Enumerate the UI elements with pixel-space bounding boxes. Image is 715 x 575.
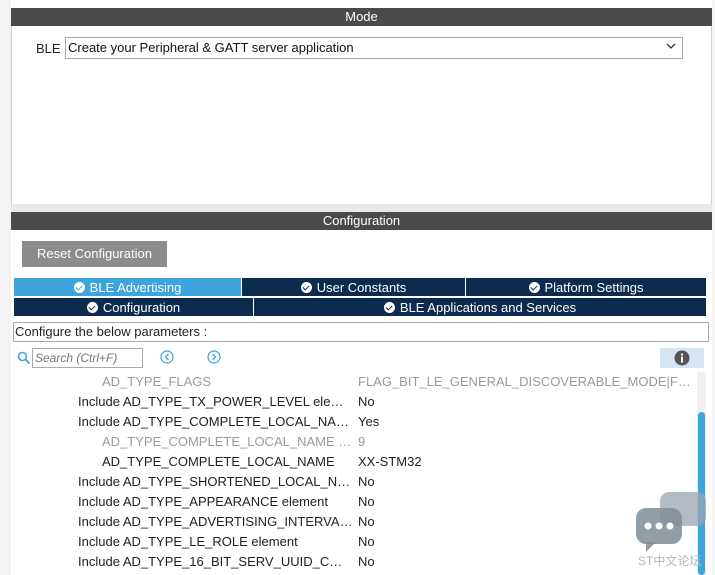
parameter-name: Include AD_TYPE_LE_ROLE element: [78, 534, 298, 549]
ble-mode-value: Create your Peripheral & GATT server app…: [68, 40, 354, 55]
parameter-row[interactable]: AD_TYPE_FLAGS FLAG_BIT_LE_GENERAL_DISCOVE…: [0, 372, 697, 392]
info-button[interactable]: [660, 348, 704, 368]
parameter-name: Include AD_TYPE_APPEARANCE element: [78, 494, 329, 509]
parameter-row[interactable]: Include AD_TYPE_16_BIT_SERV_UUID_CMPLT_L…: [0, 552, 697, 572]
parameter-value[interactable]: 9: [358, 432, 696, 452]
tab-label: BLE Applications and Services: [399, 300, 577, 315]
check-circle-icon: [528, 282, 540, 293]
tab-label: Configuration: [102, 300, 181, 315]
parameter-name: AD_TYPE_FLAGS: [102, 374, 212, 389]
ble-mode-select[interactable]: Create your Peripheral & GATT server app…: [65, 37, 683, 59]
parameter-row[interactable]: Include AD_TYPE_COMPLETE_LOCAL_NAME elem…: [0, 412, 697, 432]
parameter-name: Include AD_TYPE_ADVERTISING_INTERVAL ele…: [78, 514, 353, 529]
parameter-value[interactable]: No: [358, 392, 696, 412]
tab-ble-advertising[interactable]: BLE Advertising: [13, 277, 242, 297]
parameter-name: AD_TYPE_COMPLETE_LOCAL_NAME length: [102, 434, 353, 449]
parameter-value[interactable]: XX-STM32: [358, 452, 696, 472]
tab-label: Platform Settings: [544, 280, 644, 295]
mode-header: Mode: [11, 8, 712, 26]
parameter-row[interactable]: Include AD_TYPE_ADVERTISING_INTERVAL ele…: [0, 512, 697, 532]
search-input[interactable]: [32, 348, 143, 368]
watermark-text: ST中文论坛: [638, 554, 702, 568]
configuration-header: Configuration: [11, 212, 712, 230]
parameters-caption: Configure the below parameters :: [13, 322, 709, 342]
parameter-row[interactable]: Include AD_TYPE_LE_ROLE element No: [0, 532, 697, 552]
tab-configuration[interactable]: Configuration: [13, 297, 254, 317]
app-window: Mode BLE Create your Peripheral & GATT s…: [0, 0, 715, 575]
parameter-row[interactable]: AD_TYPE_COMPLETE_LOCAL_NAME XX-STM32: [0, 452, 697, 472]
parameter-value[interactable]: Yes: [358, 412, 696, 432]
chevron-left-circle-icon[interactable]: [160, 350, 174, 364]
section-separator: [11, 204, 712, 212]
parameter-row[interactable]: Include AD_TYPE_APPEARANCE element No: [0, 492, 697, 512]
tab-user-constants[interactable]: User Constants: [241, 277, 466, 297]
tab-platform-settings[interactable]: Platform Settings: [465, 277, 707, 297]
parameter-row[interactable]: Include AD_TYPE_TX_POWER_LEVEL element No: [0, 392, 697, 412]
chevron-right-circle-icon[interactable]: [207, 350, 221, 364]
chevron-down-icon: [666, 43, 676, 49]
parameter-name: Include AD_TYPE_16_BIT_SERV_UUID_CMPLT_L…: [78, 554, 353, 569]
parameter-row[interactable]: AD_TYPE_COMPLETE_LOCAL_NAME length 9: [0, 432, 697, 452]
ble-label: BLE: [36, 41, 61, 56]
info-icon: [674, 350, 690, 366]
reset-configuration-button[interactable]: Reset Configuration: [22, 241, 167, 267]
parameter-name: AD_TYPE_COMPLETE_LOCAL_NAME: [102, 454, 335, 469]
parameter-value[interactable]: No: [358, 472, 696, 492]
parameter-name: Include AD_TYPE_TX_POWER_LEVEL element: [78, 394, 353, 409]
check-circle-icon: [300, 282, 312, 293]
check-circle-icon: [73, 282, 85, 293]
parameter-name: Include AD_TYPE_COMPLETE_LOCAL_NAME elem…: [78, 414, 353, 429]
check-circle-icon: [86, 302, 98, 313]
tab-label: BLE Advertising: [89, 280, 182, 295]
tab-label: User Constants: [316, 280, 407, 295]
top-strip: [11, 0, 712, 8]
parameter-name: Include AD_TYPE_SHORTENED_LOCAL_NAME ele…: [78, 474, 353, 489]
check-circle-icon: [383, 302, 395, 313]
tab-ble-applications-and-services[interactable]: BLE Applications and Services: [253, 297, 707, 317]
parameter-value[interactable]: FLAG_BIT_LE_GENERAL_DISCOVERABLE_MODE|FL…: [358, 372, 696, 392]
search-icon: [17, 351, 31, 365]
parameter-row[interactable]: Include AD_TYPE_SHORTENED_LOCAL_NAME ele…: [0, 472, 697, 492]
